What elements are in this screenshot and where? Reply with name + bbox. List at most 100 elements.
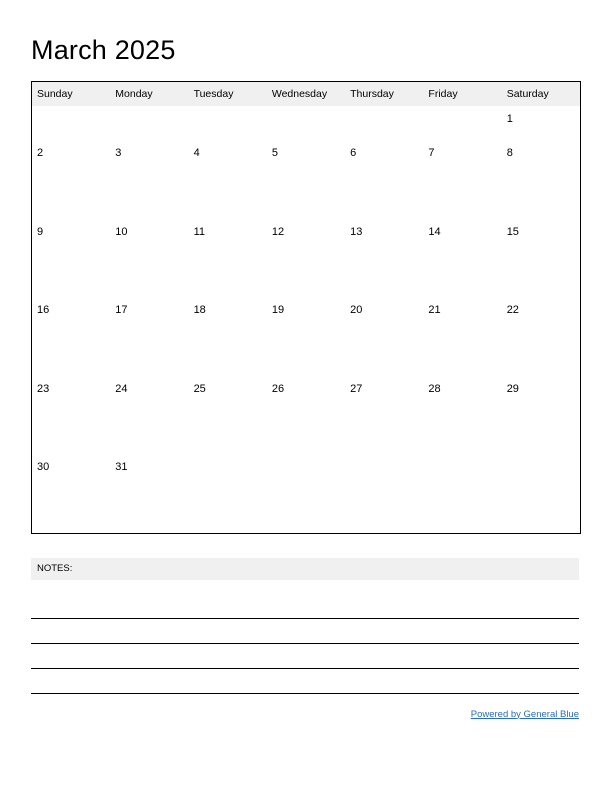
calendar-week-row: 16 17 18 19 20 21 22 [32,297,580,376]
calendar-day-cell[interactable]: 6 [345,140,423,219]
day-number: 1 [506,113,513,125]
calendar-day-cell[interactable]: 20 [345,297,423,376]
calendar-day-cell[interactable] [110,106,188,140]
day-number: 27 [350,382,363,395]
calendar-day-cell[interactable]: 27 [345,376,423,455]
calendar-day-cell[interactable] [345,454,423,533]
page-title: March 2025 [31,35,176,65]
day-number: 4 [193,147,200,159]
weekday-header-saturday: Saturday [501,82,580,106]
day-number: 30 [37,461,50,473]
calendar-day-cell[interactable]: 15 [502,219,580,298]
calendar-day-cell[interactable]: 17 [110,297,188,376]
calendar-day-cell[interactable]: 3 [110,140,188,219]
calendar-day-cell[interactable]: 29 [502,376,580,455]
day-number: 22 [506,304,519,316]
weekday-header-tuesday: Tuesday [188,82,267,106]
calendar-day-cell[interactable] [267,106,345,140]
calendar-table: Sunday Monday Tuesday Wednesday Thursday… [32,82,580,533]
day-number: 29 [506,382,519,395]
day-number: 2 [37,147,44,159]
notes-lines [31,594,579,694]
calendar-grid: Sunday Monday Tuesday Wednesday Thursday… [31,81,581,534]
weekday-header-wednesday: Wednesday [266,82,346,106]
calendar-day-cell[interactable]: 2 [32,140,110,219]
calendar-day-cell[interactable]: 12 [267,219,345,298]
day-number: 25 [193,382,206,395]
calendar-day-cell[interactable]: 13 [345,219,423,298]
note-line[interactable] [31,619,579,644]
calendar-body: 1 2 3 4 5 6 7 8 9 10 11 12 13 14 15 16 1… [32,106,580,533]
calendar-day-cell[interactable]: 5 [267,140,345,219]
calendar-day-cell[interactable] [345,106,423,140]
calendar-header-row-group: Sunday Monday Tuesday Wednesday Thursday… [32,82,580,106]
day-number: 26 [271,382,285,395]
day-number: 23 [37,382,50,395]
day-number: 8 [506,147,513,159]
notes-label-bar: NOTES: [31,557,579,580]
calendar-week-row: 1 [32,106,580,140]
calendar-day-cell[interactable] [267,454,345,533]
calendar-day-cell[interactable]: 7 [423,140,501,219]
calendar-day-cell[interactable]: 19 [267,297,345,376]
day-number: 16 [37,304,50,316]
day-number: 12 [271,225,285,238]
day-number: 5 [271,147,278,159]
note-line[interactable] [31,644,579,669]
day-number: 15 [506,225,519,238]
calendar-week-row: 9 10 11 12 13 14 15 [32,219,580,298]
calendar-day-cell[interactable]: 23 [32,376,110,455]
day-number: 7 [428,147,435,159]
day-number: 21 [428,304,441,316]
calendar-day-cell[interactable]: 16 [32,297,110,376]
calendar-day-cell[interactable]: 28 [423,376,501,455]
calendar-day-cell[interactable] [32,106,110,140]
calendar-day-cell[interactable]: 30 [32,454,110,533]
day-number: 11 [193,225,205,238]
powered-by-link[interactable]: Powered by General Blue [471,709,579,720]
day-number: 18 [193,304,206,316]
calendar-week-row: 30 31 [32,454,580,533]
calendar-day-cell[interactable] [189,454,267,533]
calendar-day-cell[interactable]: 22 [502,297,580,376]
day-number: 31 [115,461,128,473]
day-number: 17 [115,304,128,316]
note-line[interactable] [31,669,579,694]
calendar-day-cell[interactable]: 21 [423,297,501,376]
day-number: 3 [115,147,122,159]
calendar-page: March 2025 Sunday Monday Tuesday Wednesd… [0,0,612,792]
calendar-week-row: 2 3 4 5 6 7 8 [32,140,580,219]
day-number: 9 [37,225,44,238]
calendar-day-cell[interactable]: 18 [189,297,267,376]
weekday-header-sunday: Sunday [32,82,111,106]
weekday-header-thursday: Thursday [345,82,424,106]
calendar-day-cell[interactable]: 8 [502,140,580,219]
calendar-day-cell[interactable]: 9 [32,219,110,298]
notes-label: NOTES: [37,562,73,574]
day-number: 20 [350,304,363,316]
weekday-header-monday: Monday [110,82,189,106]
calendar-day-cell[interactable] [423,454,501,533]
calendar-day-cell[interactable] [423,106,501,140]
weekday-header-row: Sunday Monday Tuesday Wednesday Thursday… [32,82,580,106]
calendar-day-cell[interactable]: 4 [189,140,267,219]
calendar-day-cell[interactable]: 14 [423,219,501,298]
note-line[interactable] [31,594,579,619]
calendar-day-cell[interactable]: 10 [110,219,188,298]
weekday-header-friday: Friday [423,82,502,106]
day-number: 19 [271,304,285,316]
calendar-day-cell[interactable]: 25 [189,376,267,455]
day-number: 28 [428,382,441,395]
calendar-day-cell[interactable]: 1 [502,106,580,140]
calendar-week-row: 23 24 25 26 27 28 29 [32,376,580,455]
calendar-day-cell[interactable]: 26 [267,376,345,455]
calendar-day-cell[interactable]: 24 [110,376,188,455]
calendar-day-cell[interactable] [189,106,267,140]
day-number: 24 [115,382,128,395]
day-number: 13 [350,225,363,238]
day-number: 6 [350,147,357,159]
calendar-day-cell[interactable]: 31 [110,454,188,533]
day-number: 10 [115,225,128,238]
calendar-day-cell[interactable] [502,454,580,533]
calendar-day-cell[interactable]: 11 [189,219,267,298]
